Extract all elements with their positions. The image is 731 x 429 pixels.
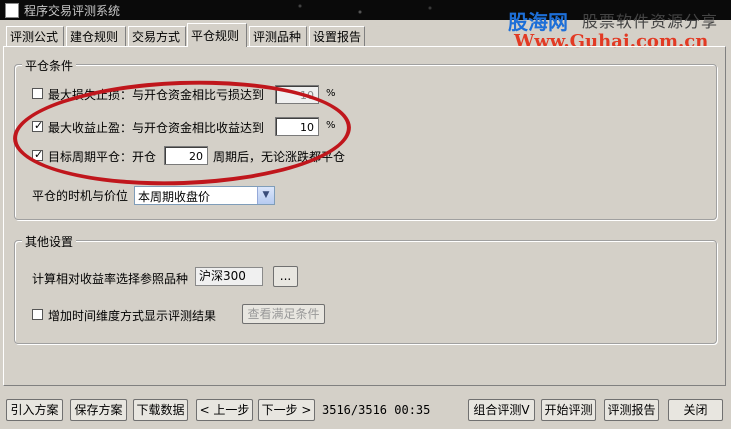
close-timing-select[interactable]: 本周期收盘价 ▼	[134, 186, 275, 205]
close-timing-label: 平仓的时机与价位	[32, 189, 129, 203]
import-plan-button[interactable]: 引入方案	[6, 399, 63, 421]
next-step-button[interactable]: 下一步 >	[258, 399, 315, 421]
download-data-button[interactable]: 下载数据	[133, 399, 188, 421]
tab-test-instruments[interactable]: 评测品种	[249, 26, 307, 46]
other-settings-title: 其他设置	[22, 233, 77, 250]
time-dimension-label: 增加时间维度方式显示评测结果	[48, 309, 217, 323]
app-icon	[5, 3, 19, 18]
time-dimension-checkbox[interactable]	[32, 309, 43, 320]
start-test-button[interactable]: 开始评测	[541, 399, 596, 421]
stop-loss-checkbox[interactable]	[32, 88, 43, 99]
tab-formula[interactable]: 评测公式	[6, 26, 64, 46]
close-conditions-title: 平仓条件	[22, 57, 77, 74]
prev-step-button[interactable]: < 上一步	[196, 399, 253, 421]
reference-label: 计算相对收益率选择参照品种	[32, 272, 189, 286]
tab-report-settings[interactable]: 设置报告	[309, 26, 365, 46]
watermark-slogan: 股票软件资源分享	[582, 12, 719, 31]
combined-test-button[interactable]: 组合评测V	[468, 399, 535, 421]
reference-browse-button[interactable]: ...	[273, 266, 298, 287]
tab-trade-mode[interactable]: 交易方式	[128, 26, 186, 46]
tab-close-rules[interactable]: 平仓规则	[187, 23, 247, 47]
close-timing-value: 本周期收盘价	[138, 190, 211, 204]
close-button[interactable]: 关闭	[668, 399, 723, 421]
stop-loss-unit: %	[326, 88, 336, 99]
save-plan-button[interactable]: 保存方案	[70, 399, 127, 421]
test-report-button[interactable]: 评测报告	[604, 399, 659, 421]
view-conditions-button[interactable]: 查看满足条件	[242, 304, 325, 324]
tab-open-rules[interactable]: 建仓规则	[66, 26, 126, 46]
window-title: 程序交易评测系统	[24, 4, 121, 18]
progress-status: 3516/3516 00:35	[322, 403, 431, 417]
reference-field[interactable]: 沪深300	[195, 267, 263, 286]
chevron-down-icon[interactable]: ▼	[257, 187, 274, 204]
other-settings-group	[14, 240, 717, 344]
